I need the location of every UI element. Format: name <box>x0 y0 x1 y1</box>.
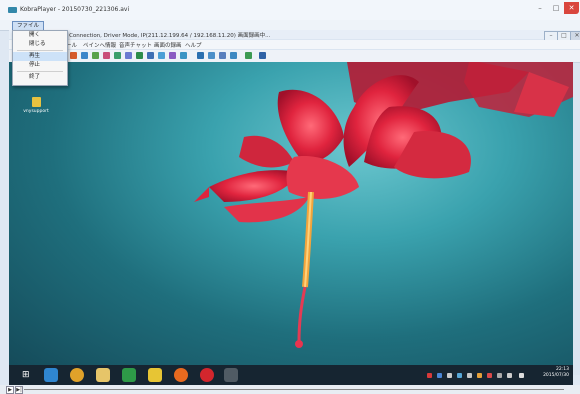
inner-menu-screen-record[interactable]: 画面の録画 <box>154 41 182 49</box>
window-title: KobraPlayer - 20150730_221306.avi <box>20 6 130 13</box>
volume-icon[interactable] <box>519 373 524 378</box>
tray-icon[interactable] <box>457 373 462 378</box>
minimize-icon: – <box>538 4 542 12</box>
inner-window-title: P Connection, Driver Mode, IP(211.12.199… <box>64 33 271 39</box>
maximize-icon: □ <box>561 32 567 39</box>
tool-icon[interactable] <box>158 52 165 59</box>
tool-icon[interactable] <box>197 52 204 59</box>
tray-icon[interactable] <box>477 373 482 378</box>
tool-icon[interactable] <box>92 52 99 59</box>
tray-icon[interactable] <box>427 373 432 378</box>
firefox-icon[interactable] <box>174 368 188 382</box>
seek-bar[interactable] <box>24 389 564 390</box>
folder-icon <box>31 97 41 107</box>
opera-icon[interactable] <box>200 368 214 382</box>
tray-icon[interactable] <box>467 373 472 378</box>
tray-icon[interactable] <box>447 373 452 378</box>
tool-icon[interactable] <box>219 52 226 59</box>
taskbar: ⊞ 22:13 2015/07/30 <box>9 365 573 385</box>
close-icon: ✕ <box>568 4 575 12</box>
menu-item-stop[interactable]: 停止 <box>13 61 67 70</box>
menu-separator <box>17 50 63 51</box>
wallpaper-flower <box>194 62 573 348</box>
tool-icon[interactable] <box>208 52 215 59</box>
chrome-icon[interactable] <box>70 368 84 382</box>
tool-icon[interactable] <box>230 52 237 59</box>
tray-icon[interactable] <box>497 373 502 378</box>
start-button[interactable]: ⊞ <box>22 371 30 380</box>
tool-icon[interactable] <box>169 52 176 59</box>
tool-icon[interactable] <box>147 52 154 59</box>
inner-menu-help[interactable]: ヘルプ <box>185 41 202 49</box>
maximize-icon: □ <box>552 4 560 12</box>
remote-desktop[interactable]: vnysupport <box>9 62 573 365</box>
minimize-icon: – <box>549 32 553 39</box>
app-icon <box>8 7 17 13</box>
clock-date: 2015/07/30 <box>543 373 569 378</box>
title-bar: KobraPlayer - 20150730_221306.avi – □ ✕ <box>0 0 580 20</box>
tray-icon[interactable] <box>507 373 512 378</box>
play-button[interactable]: ▶ <box>6 386 14 394</box>
app-icon[interactable] <box>148 368 162 382</box>
step-button[interactable]: ▶| <box>15 386 23 394</box>
tool-icon[interactable] <box>70 52 77 59</box>
menu-item-exit[interactable]: 終了 <box>13 73 67 82</box>
explorer-icon[interactable] <box>96 368 110 382</box>
tool-icon[interactable] <box>245 52 252 59</box>
desktop-folder-label: vnysupport <box>23 109 49 114</box>
tool-icon[interactable] <box>136 52 143 59</box>
tool-icon[interactable] <box>259 52 266 59</box>
menu-item-close[interactable]: 閉じる <box>13 40 67 49</box>
tool-icon[interactable] <box>125 52 132 59</box>
menu-separator <box>17 71 63 72</box>
ie-icon[interactable] <box>44 368 58 382</box>
file-menu-dropdown: 開く 閉じる 再生 停止 終了 <box>12 30 68 86</box>
menu-item-open[interactable]: 開く <box>13 31 67 40</box>
inner-menu-pane-info[interactable]: ペインヘ情報 <box>83 41 116 49</box>
tool-icon[interactable] <box>103 52 110 59</box>
hangouts-icon[interactable] <box>122 368 136 382</box>
tray-icon[interactable] <box>437 373 442 378</box>
tray-icon[interactable] <box>487 373 492 378</box>
menu-item-play[interactable]: 再生 <box>13 52 67 61</box>
tool-icon[interactable] <box>180 52 187 59</box>
kobra-taskbar-icon[interactable] <box>224 368 238 382</box>
close-icon: ✕ <box>574 32 580 39</box>
clock[interactable]: 22:13 2015/07/30 <box>539 367 569 379</box>
minimize-button[interactable]: – <box>532 2 548 14</box>
player-window: KobraPlayer - 20150730_221306.avi – □ ✕ … <box>0 0 580 394</box>
inner-menu-bar: ール ペインヘ情報 音声チャット 画面の録画 ヘルプ <box>9 40 580 49</box>
tool-icon[interactable] <box>81 52 88 59</box>
inner-title-bar: P Connection, Driver Mode, IP(211.12.199… <box>9 30 580 41</box>
playback-bar: ▶ ▶| <box>0 385 580 394</box>
inner-menu-voice-chat[interactable]: 音声チャット <box>119 41 152 49</box>
maximize-button[interactable]: □ <box>548 2 564 14</box>
desktop-folder[interactable]: vnysupport <box>22 97 50 114</box>
close-button[interactable]: ✕ <box>564 2 579 14</box>
tool-icon[interactable] <box>114 52 121 59</box>
